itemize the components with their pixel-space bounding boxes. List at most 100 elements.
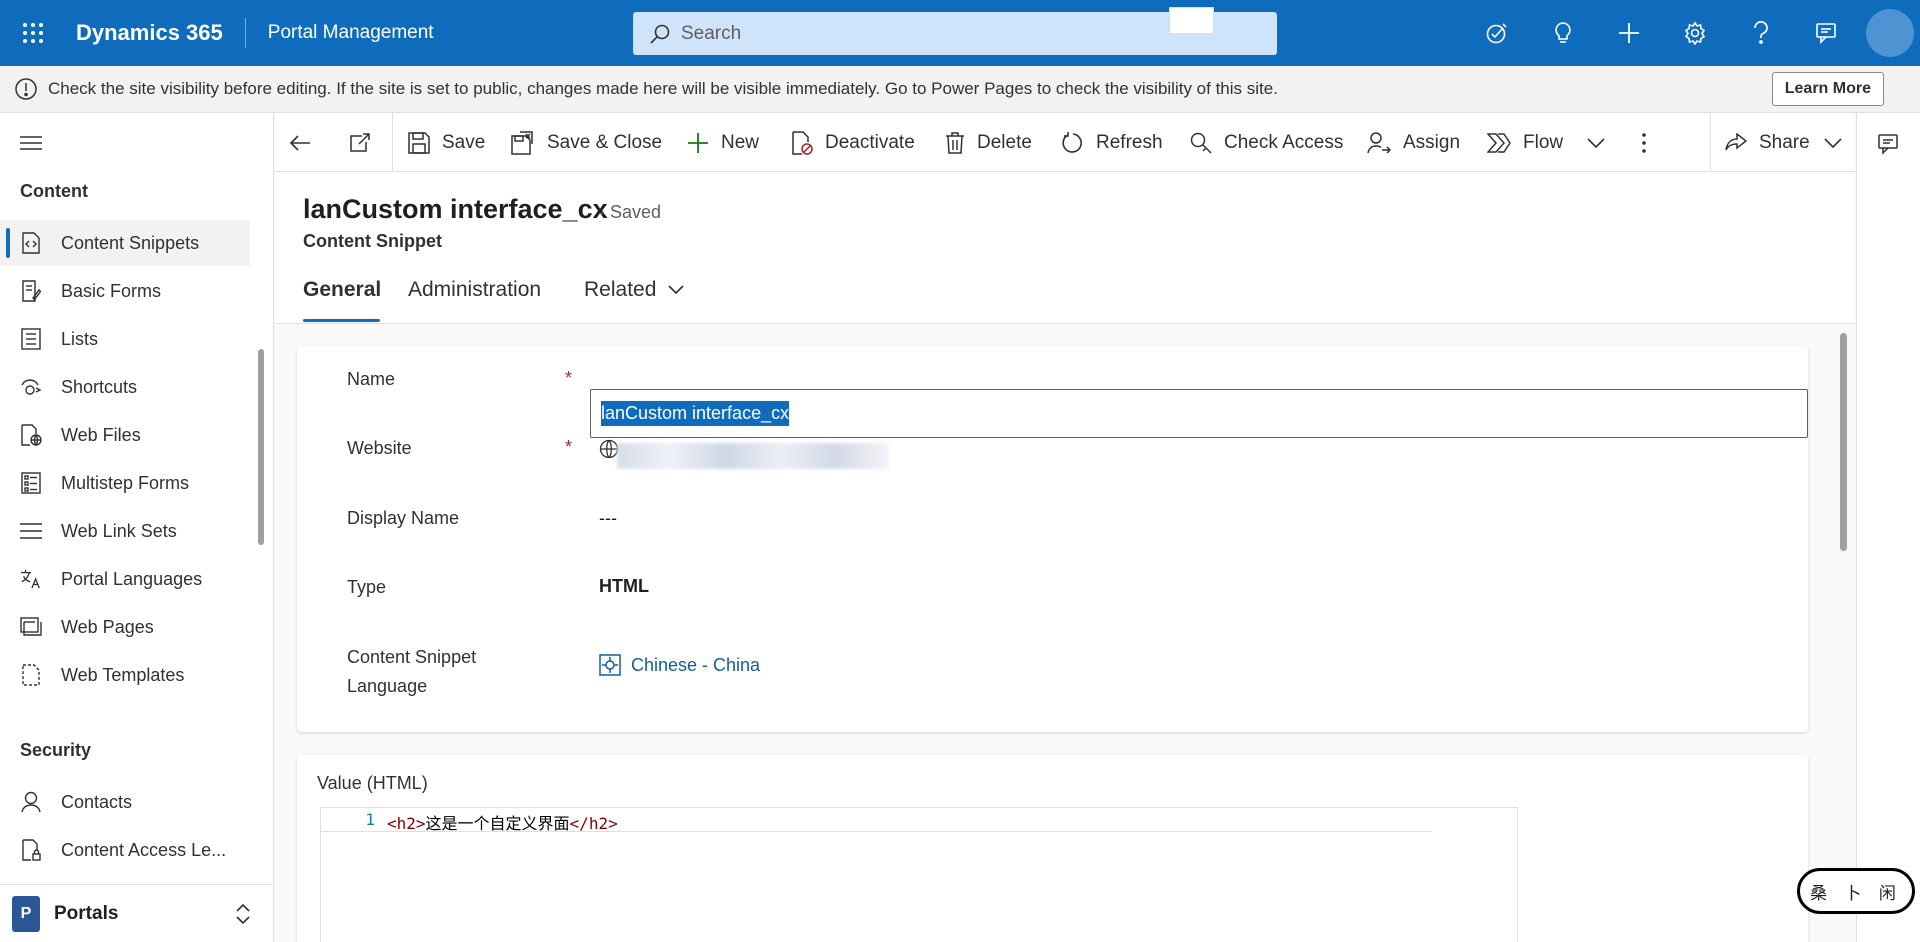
display-name-label: Display Name [347, 508, 460, 528]
sidebar-item-label: Portal Languages [61, 568, 203, 589]
divider [1710, 113, 1711, 172]
sidebar-item-content-access[interactable]: Content Access Le... [0, 827, 250, 873]
link-set-icon [20, 520, 42, 542]
language-value: Chinese - China [631, 654, 761, 675]
refresh-button[interactable]: Refresh [1062, 113, 1163, 172]
flow-icon [1487, 132, 1511, 153]
assign-label: Assign [1403, 131, 1461, 153]
sidebar-item-basic-forms[interactable]: Basic Forms [0, 268, 250, 314]
save-close-icon [511, 130, 535, 155]
tab-related-label: Related [584, 278, 657, 301]
sidebar-item-content-snippets[interactable]: Content Snippets [0, 220, 250, 266]
code-open-tag: <h2> [387, 814, 426, 833]
form-content: Name * lanCustom interface_cx Website * … [275, 325, 1855, 942]
sidebar-item-lists[interactable]: Lists [0, 316, 250, 362]
settings-icon[interactable] [1662, 0, 1728, 66]
type-value[interactable]: HTML [599, 576, 649, 597]
flow-label: Flow [1523, 131, 1564, 153]
save-status: - Saved [599, 202, 662, 222]
tab-related[interactable]: Related [584, 278, 684, 302]
new-button[interactable]: New [687, 113, 759, 172]
sidebar: Content Content Snippets Basic Forms Lis… [0, 113, 274, 942]
sidebar-item-label: Shortcuts [61, 376, 138, 397]
search-icon [649, 23, 671, 45]
waffle-icon[interactable] [0, 0, 66, 66]
website-link-redacted[interactable] [617, 443, 889, 469]
trash-icon [945, 131, 965, 154]
task-flow-icon[interactable] [1464, 0, 1530, 66]
code-close-tag: </h2> [569, 814, 618, 833]
sidebar-scrollbar[interactable] [258, 349, 264, 545]
deactivate-label: Deactivate [825, 131, 915, 153]
sidebar-item-web-files[interactable]: Web Files [0, 412, 250, 458]
lightbulb-icon[interactable] [1530, 0, 1596, 66]
display-name-value[interactable]: --- [599, 508, 617, 529]
chevron-down-icon [1824, 137, 1842, 148]
flow-button[interactable]: Flow [1487, 113, 1563, 172]
more-commands-button[interactable] [1641, 113, 1647, 172]
name-field[interactable]: lanCustom interface_cx [590, 389, 1808, 438]
line-number: 1 [365, 810, 375, 829]
info-icon [14, 77, 38, 101]
notification-text: Check the site visibility before editing… [48, 79, 1278, 98]
back-button[interactable] [289, 113, 311, 172]
language-link[interactable]: Chinese - China [599, 654, 760, 676]
sidebar-item-web-link-sets[interactable]: Web Link Sets [0, 508, 250, 554]
avatar[interactable] [1866, 9, 1914, 57]
back-arrow-icon [289, 134, 311, 152]
share-button[interactable]: Share [1725, 113, 1842, 172]
person-assign-icon [1367, 131, 1391, 154]
help-icon[interactable] [1728, 0, 1794, 66]
sidebar-item-portal-languages[interactable]: Portal Languages [0, 556, 250, 602]
plus-icon[interactable] [1596, 0, 1662, 66]
area-switcher[interactable]: P Portals [0, 884, 273, 942]
sidebar-item-multistep-forms[interactable]: Multistep Forms [0, 460, 250, 506]
top-bar: Dynamics 365 Portal Management Search [0, 0, 1920, 66]
hamburger-icon[interactable] [20, 135, 42, 151]
learn-more-button[interactable]: Learn More [1771, 72, 1884, 106]
web-page-icon [20, 616, 42, 638]
sidebar-item-web-templates[interactable]: Web Templates [0, 652, 250, 698]
flow-dropdown-button[interactable] [1587, 113, 1605, 172]
code-editor[interactable]: 1 <h2>这是一个自定义界面</h2> [320, 807, 1518, 942]
tab-general[interactable]: General [303, 278, 381, 302]
thumbnail-image [1169, 7, 1214, 34]
language-entity-icon [599, 654, 621, 676]
check-access-label: Check Access [1224, 131, 1344, 153]
assign-button[interactable]: Assign [1367, 113, 1460, 172]
search-placeholder: Search [681, 22, 742, 44]
language-label-line2: Language [347, 676, 428, 696]
open-new-window-button[interactable] [349, 113, 371, 172]
save-label: Save [442, 131, 486, 153]
language-label-line1: Content Snippet [347, 647, 477, 667]
save-icon [408, 131, 430, 154]
form-icon [20, 280, 42, 302]
check-access-button[interactable]: Check Access [1190, 113, 1343, 172]
sidebar-item-label: Web Pages [61, 616, 154, 637]
save-button[interactable]: Save [408, 113, 485, 172]
sidebar-item-label: Web Link Sets [61, 520, 177, 541]
save-close-button[interactable]: Save & Close [511, 113, 662, 172]
sidebar-item-contacts[interactable]: Contacts [0, 779, 250, 825]
share-icon [1725, 132, 1747, 153]
area-badge: P [12, 895, 40, 932]
chevron-down-icon [1587, 137, 1605, 148]
content-scrollbar[interactable] [1840, 333, 1847, 551]
key-search-icon [1190, 132, 1212, 154]
search-input[interactable]: Search [633, 7, 1277, 55]
delete-label: Delete [977, 131, 1032, 153]
chat-icon[interactable] [1794, 0, 1860, 66]
language-icon [20, 568, 42, 590]
deactivate-button[interactable]: Deactivate [791, 113, 915, 172]
tab-administration[interactable]: Administration [408, 278, 541, 302]
brand-name[interactable]: Dynamics 365 [76, 20, 223, 46]
app-name[interactable]: Portal Management [268, 22, 434, 44]
snippet-icon [20, 232, 42, 254]
sidebar-item-label: Lists [61, 328, 99, 349]
required-marker: * [565, 437, 573, 457]
chat-icon[interactable] [1877, 133, 1901, 155]
delete-button[interactable]: Delete [945, 113, 1032, 172]
type-label: Type [347, 577, 387, 597]
sidebar-item-web-pages[interactable]: Web Pages [0, 604, 250, 650]
sidebar-item-shortcuts[interactable]: Shortcuts [0, 364, 250, 410]
